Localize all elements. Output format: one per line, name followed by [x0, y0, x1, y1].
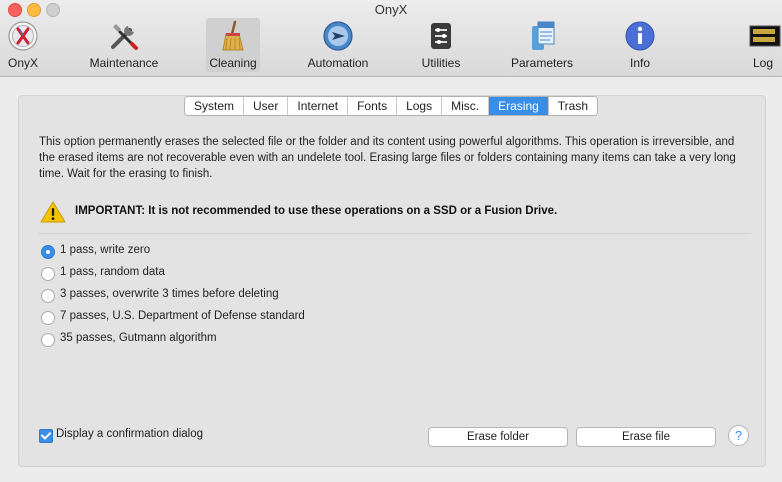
toolbar-item-automation[interactable]: Automation	[302, 18, 374, 72]
toolbar-item-utilities[interactable]: Utilities	[410, 18, 472, 72]
tab-fonts[interactable]: Fonts	[348, 97, 398, 115]
tab-misc[interactable]: Misc.	[442, 97, 490, 115]
utilities-icon	[425, 20, 457, 52]
toolbar-label: Info	[629, 56, 650, 70]
option-label: 3 passes, overwrite 3 times before delet…	[60, 288, 279, 300]
toolbar-item-cleaning[interactable]: Cleaning	[206, 18, 260, 72]
broom-icon	[217, 20, 249, 52]
toolbar-label: Maintenance	[89, 56, 159, 70]
erase-folder-button[interactable]: Erase folder	[428, 427, 568, 447]
option-label: 1 pass, write zero	[60, 244, 151, 256]
toolbar-label: Parameters	[510, 56, 574, 70]
cleaning-tabs: System User Internet Fonts Logs Misc. Er…	[184, 96, 599, 116]
ssd-warning-text: IMPORTANT: It is not recommended to use …	[75, 205, 558, 217]
parameters-icon	[526, 20, 558, 52]
erasing-description: This option permanently erases the selec…	[39, 136, 736, 180]
toolbar-label: Log	[752, 56, 774, 70]
divider	[39, 233, 751, 234]
automation-icon	[322, 20, 354, 52]
erase-file-button[interactable]: Erase file	[576, 427, 716, 447]
tab-logs[interactable]: Logs	[397, 97, 443, 115]
radio-button[interactable]	[41, 311, 55, 325]
tab-trash[interactable]: Trash	[548, 97, 598, 115]
toolbar-label: Utilities	[421, 56, 461, 70]
option-label: 35 passes, Gutmann algorithm	[60, 332, 217, 344]
radio-button[interactable]	[41, 333, 55, 347]
radio-button[interactable]	[41, 289, 55, 303]
confirmation-label[interactable]: Display a confirmation dialog	[56, 428, 203, 440]
tools-icon	[108, 20, 140, 52]
toolbar-item-log[interactable]: Log	[744, 18, 782, 72]
confirmation-checkbox[interactable]	[39, 429, 53, 443]
tab-internet[interactable]: Internet	[288, 97, 349, 115]
toolbar-label: Cleaning	[209, 56, 257, 70]
tab-erasing[interactable]: Erasing	[489, 97, 549, 115]
help-button[interactable]: ?	[728, 425, 749, 446]
toolbar-item-parameters[interactable]: Parameters	[506, 18, 578, 72]
toolbar-label: OnyX	[7, 56, 38, 70]
onyx-icon	[7, 20, 39, 52]
info-icon	[624, 20, 656, 52]
tab-user[interactable]: User	[244, 97, 289, 115]
warning-icon	[40, 201, 66, 223]
log-icon	[749, 20, 781, 52]
radio-button[interactable]	[41, 267, 55, 281]
window-title: OnyX	[374, 2, 408, 17]
tab-system[interactable]: System	[185, 97, 245, 115]
toolbar-label: Automation	[307, 56, 369, 70]
option-label: 7 passes, U.S. Department of Defense sta…	[60, 310, 305, 322]
toolbar: OnyX OnyX Maintenance Cleaning Automatio…	[0, 0, 782, 77]
option-label: 1 pass, random data	[60, 266, 165, 278]
radio-button[interactable]	[41, 245, 55, 259]
toolbar-item-onyx[interactable]: OnyX	[0, 18, 46, 72]
toolbar-item-info[interactable]: Info	[618, 18, 662, 72]
toolbar-item-maintenance[interactable]: Maintenance	[84, 18, 164, 72]
